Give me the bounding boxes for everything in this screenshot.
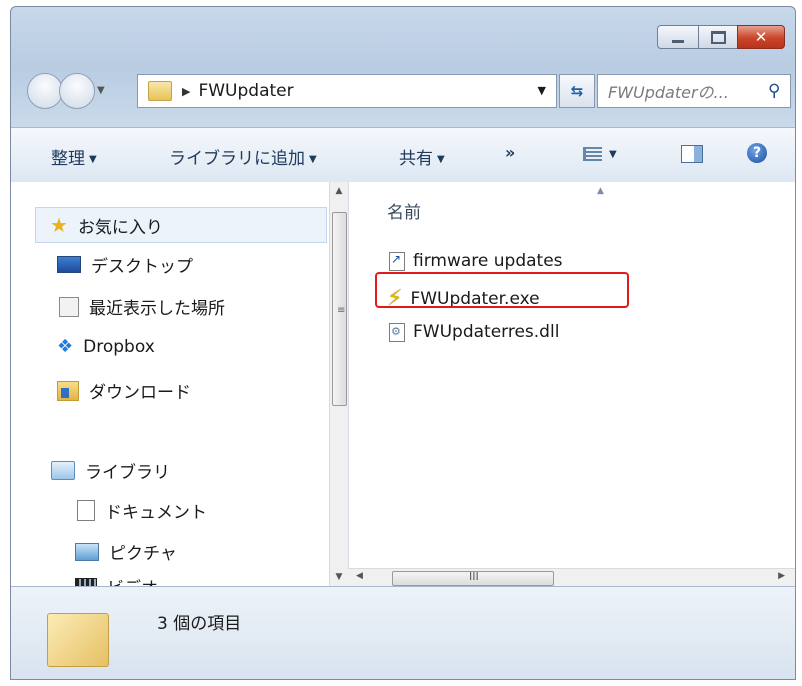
nav-item-label: ダウンロード xyxy=(89,383,191,403)
add-to-library-label: ライブラリに追加 xyxy=(169,149,305,169)
minimize-icon xyxy=(672,39,684,43)
dropbox-icon: ❖ xyxy=(57,336,74,357)
nav-item-downloads[interactable]: ダウンロード xyxy=(57,378,191,403)
chevron-down-icon: ▼ xyxy=(437,154,445,165)
share-button[interactable]: 共有 ▼ xyxy=(399,144,445,169)
close-button[interactable]: ✕ xyxy=(737,25,785,49)
more-commands-button[interactable]: » xyxy=(505,143,515,162)
grip-icon: ≡ xyxy=(337,305,346,316)
maximize-icon xyxy=(710,30,726,44)
file-pane-horizontal-scrollbar[interactable]: ◀ III ▶ xyxy=(348,568,795,587)
add-to-library-button[interactable]: ライブラリに追加 ▼ xyxy=(169,144,317,169)
nav-item-pictures[interactable]: ピクチャ xyxy=(75,539,177,564)
maximize-button[interactable] xyxy=(698,25,738,49)
dll-file-icon xyxy=(389,322,405,342)
nav-item-label: ピクチャ xyxy=(109,544,177,564)
address-dropdown-icon[interactable]: ▼ xyxy=(538,84,546,97)
search-icon[interactable]: ⚲ xyxy=(768,81,790,101)
scroll-up-icon[interactable]: ▲ xyxy=(330,186,348,196)
search-box[interactable]: FWUpdaterの... ⚲ xyxy=(597,74,791,108)
nav-pane-scrollbar[interactable]: ▲ ≡ ▼ xyxy=(329,182,348,586)
nav-item-label: Dropbox xyxy=(83,336,155,357)
command-bar: 整理 ▼ ライブラリに追加 ▼ 共有 ▼ » ▼ ? xyxy=(11,127,795,183)
nav-favorites[interactable]: ★ お気に入り xyxy=(35,207,327,243)
window-caption-buttons: ✕ xyxy=(657,25,785,49)
scrollbar-thumb[interactable]: ≡ xyxy=(332,212,347,406)
scroll-right-icon[interactable]: ▶ xyxy=(778,571,785,581)
nav-libraries[interactable]: ライブラリ xyxy=(51,458,170,483)
details-pane: 3 個の項目 xyxy=(11,586,795,679)
nav-item-label: 最近表示した場所 xyxy=(89,299,225,319)
documents-icon xyxy=(77,500,95,521)
nav-item-desktop[interactable]: デスクトップ xyxy=(57,252,193,277)
help-icon[interactable]: ? xyxy=(747,143,767,163)
minimize-button[interactable] xyxy=(657,25,699,49)
file-firmware-updates[interactable]: firmware updates xyxy=(389,251,563,271)
nav-item-dropbox[interactable]: ❖ Dropbox xyxy=(57,336,155,357)
explorer-window: ✕ ▼ ▶ FWUpdater ▼ ⇆ FWUpdaterの... ⚲ 整理 ▼ … xyxy=(10,6,796,680)
navigation-pane: ★ お気に入り デスクトップ 最近表示した場所 ❖ Dropbox ダウンロード… xyxy=(11,182,347,599)
nav-item-recent-places[interactable]: 最近表示した場所 xyxy=(59,294,225,319)
internet-shortcut-icon xyxy=(389,251,405,271)
address-bar[interactable]: ▶ FWUpdater ▼ xyxy=(137,74,557,108)
file-list-pane: ▲ 名前 firmware updates ⚡ FWUpdater.exe FW… xyxy=(348,182,795,568)
nav-favorites-label: お気に入り xyxy=(77,217,163,238)
star-icon: ★ xyxy=(50,213,68,237)
item-count: 3 個の項目 xyxy=(157,614,242,634)
file-name: firmware updates xyxy=(413,251,563,271)
refresh-button[interactable]: ⇆ xyxy=(559,74,595,108)
search-input[interactable]: FWUpdaterの... xyxy=(608,79,768,103)
chevron-down-icon: ▼ xyxy=(89,154,97,165)
nav-item-label: ドキュメント xyxy=(105,503,207,523)
share-label: 共有 xyxy=(399,149,433,169)
recent-places-icon xyxy=(59,296,79,317)
breadcrumb-folder[interactable]: FWUpdater xyxy=(198,81,293,101)
organize-button[interactable]: 整理 ▼ xyxy=(51,144,97,169)
nav-item-label: デスクトップ xyxy=(91,257,193,277)
recent-pages-dropdown-icon[interactable]: ▼ xyxy=(97,85,105,96)
organize-label: 整理 xyxy=(51,149,85,169)
forward-button[interactable] xyxy=(59,73,95,109)
scroll-left-icon[interactable]: ◀ xyxy=(356,571,363,581)
nav-item-documents[interactable]: ドキュメント xyxy=(77,498,207,523)
back-button[interactable] xyxy=(27,73,63,109)
downloads-icon xyxy=(57,380,79,401)
close-icon: ✕ xyxy=(754,28,768,46)
view-dropdown-icon[interactable]: ▼ xyxy=(609,149,617,160)
file-name: FWUpdaterres.dll xyxy=(413,322,560,342)
folder-icon xyxy=(47,613,109,667)
grip-icon: III xyxy=(469,570,479,583)
preview-pane-icon[interactable] xyxy=(681,145,703,163)
folder-icon xyxy=(148,81,172,101)
column-header-name[interactable]: 名前 xyxy=(387,198,421,223)
nav-libraries-label: ライブラリ xyxy=(85,463,170,483)
refresh-icon: ⇆ xyxy=(570,82,584,100)
pictures-icon xyxy=(75,542,99,561)
scroll-down-icon[interactable]: ▼ xyxy=(330,572,348,582)
chevron-down-icon: ▼ xyxy=(309,154,317,165)
highlight-box xyxy=(375,272,629,308)
breadcrumb-arrow-icon[interactable]: ▶ xyxy=(182,85,190,98)
sort-ascending-icon: ▲ xyxy=(597,186,604,196)
scrollbar-thumb[interactable]: III xyxy=(392,570,554,586)
change-view-icon[interactable] xyxy=(583,147,602,161)
library-icon xyxy=(51,461,75,480)
desktop-icon xyxy=(57,256,81,273)
file-fwupdaterres-dll[interactable]: FWUpdaterres.dll xyxy=(389,322,559,342)
